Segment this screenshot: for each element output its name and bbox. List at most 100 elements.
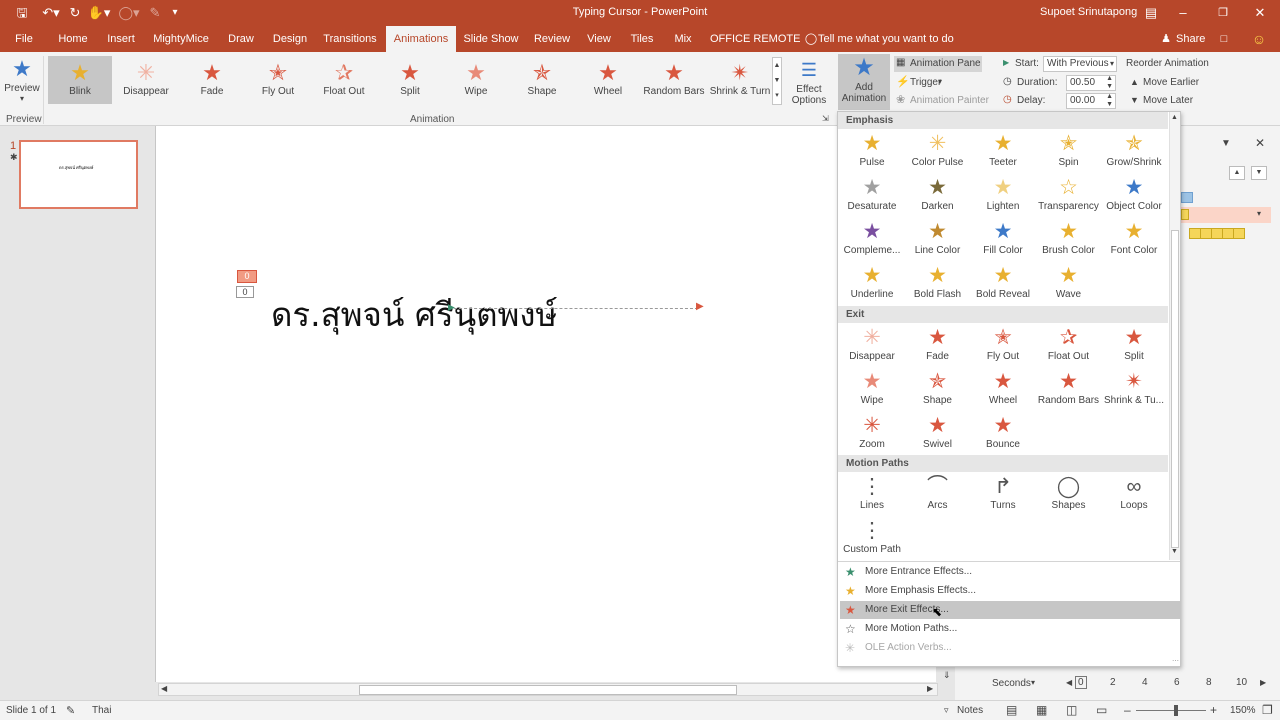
scroll-thumb[interactable] — [359, 685, 737, 695]
slide-show-view-icon[interactable]: ▭ — [1096, 703, 1107, 717]
slide-thumbnail[interactable]: ดร.สุพจน์ ศรีนุตพงษ์ — [19, 140, 138, 209]
animation-dialog-launcher-icon[interactable]: ⇲ — [822, 114, 829, 123]
zoom-slider-thumb[interactable] — [1174, 705, 1178, 716]
exit-split[interactable]: ★ Split — [1102, 325, 1166, 367]
emphasis-grow-shrink[interactable]: ✯ Grow/Shrink — [1102, 131, 1166, 173]
user-name[interactable]: Supoet Srinutapong — [1040, 6, 1137, 18]
exit-float-out[interactable]: ✰ Float Out — [1037, 325, 1101, 367]
emphasis-underline[interactable]: ★ Underline — [840, 263, 904, 305]
more-exit-effects[interactable]: ★ More Exit Effects... ⬉ — [840, 601, 1180, 619]
timeline-unit-dropdown-icon[interactable]: ▾ — [1031, 678, 1035, 687]
duration-spin-icon[interactable]: ▲ ▼ — [1106, 75, 1113, 91]
exit-disappear[interactable]: ✳ Disappear — [840, 325, 904, 367]
shapes-icon[interactable]: ◯▾ — [114, 4, 144, 22]
motion-shapes[interactable]: ◯ Shapes — [1037, 474, 1101, 516]
emphasis-spin[interactable]: ✭ Spin — [1037, 131, 1101, 173]
exit-bounce[interactable]: ★ Bounce — [971, 413, 1035, 455]
zoom-level[interactable]: 150% — [1230, 705, 1256, 716]
emphasis-object-color[interactable]: ★ Object Color — [1102, 175, 1166, 217]
tab-review[interactable]: Review — [532, 26, 572, 52]
tab-mightymice[interactable]: MightyMice — [150, 26, 212, 52]
gallery-fly-out[interactable]: ✭ Fly Out — [246, 56, 310, 104]
minimize-icon[interactable]: – — [1176, 4, 1190, 22]
motion-arcs[interactable]: ⌒ Arcs — [906, 474, 970, 516]
slide-title-text[interactable]: ดร.สุพจน์ ศรีนุตพงษ์ — [271, 288, 557, 341]
timeline-left-icon[interactable]: ◀ — [1066, 678, 1072, 687]
restore-icon[interactable]: ❐ — [1216, 4, 1230, 22]
animation-tag[interactable]: 0 — [237, 270, 257, 283]
exit-wheel[interactable]: ★ Wheel — [971, 369, 1035, 411]
emphasis-desaturate[interactable]: ★ Desaturate — [840, 175, 904, 217]
motion-lines[interactable]: ⋮ Lines — [840, 474, 904, 516]
tab-mix[interactable]: Mix — [670, 26, 696, 52]
gallery-split[interactable]: ★ Split — [378, 56, 442, 104]
tab-slide-show[interactable]: Slide Show — [462, 26, 520, 52]
fit-slide-icon[interactable]: ❐ — [1262, 703, 1273, 717]
gallery-scroll[interactable]: ▲ ▼ ▾ — [772, 57, 782, 105]
menu-scroll-thumb[interactable] — [1171, 230, 1179, 548]
animation-painter-button[interactable]: ❀ Animation Painter — [894, 93, 990, 109]
gallery-float-out[interactable]: ✰ Float Out — [312, 56, 376, 104]
delay-spinner[interactable]: 00.00 ▲ ▼ — [1066, 93, 1116, 109]
language[interactable]: Thai — [92, 705, 111, 716]
scroll-left-icon[interactable]: ◀ — [161, 684, 167, 693]
pane-item-dropdown-icon[interactable]: ▾ — [1257, 209, 1261, 218]
save-icon[interactable]: 🖫 — [12, 4, 32, 22]
resize-grip-icon[interactable]: ⋯ — [1172, 657, 1179, 665]
menu-scrollbar[interactable]: ▲ ▼ — [1169, 112, 1180, 560]
scroll-down-icon[interactable]: ⇓ — [943, 670, 951, 681]
emphasis-font-color[interactable]: ★ Font Color — [1102, 219, 1166, 261]
emphasis-darken[interactable]: ★ Darken — [906, 175, 970, 217]
undo-icon[interactable]: ↶▾ — [38, 4, 64, 22]
menu-scroll-up-icon[interactable]: ▲ — [1171, 114, 1178, 121]
gallery-fade[interactable]: ★ Fade — [180, 56, 244, 104]
exit-wipe[interactable]: ★ Wipe — [840, 369, 904, 411]
tab-draw[interactable]: Draw — [226, 26, 256, 52]
delay-spin-icon[interactable]: ▲ ▼ — [1106, 93, 1113, 109]
add-animation-button[interactable]: ★ Add Animation — [838, 54, 890, 110]
close-pane-icon[interactable]: ✕ — [1255, 136, 1265, 150]
gallery-more-icon[interactable]: ▾ — [773, 88, 781, 103]
emphasis-wave[interactable]: ★ Wave — [1037, 263, 1101, 305]
effect-options-button[interactable]: ☰ Effect Options — [788, 56, 830, 112]
tab-office-remote[interactable]: OFFICE REMOTE — [710, 26, 800, 52]
preview-button[interactable]: ★ Preview ▾ — [4, 56, 40, 106]
pane-options-icon[interactable]: ▼ — [1221, 138, 1231, 149]
emphasis-pulse[interactable]: ★ Pulse — [840, 131, 904, 173]
tab-tiles[interactable]: Tiles — [628, 26, 656, 52]
gallery-blink[interactable]: ★ Blink — [48, 56, 112, 104]
gallery-wipe[interactable]: ★ Wipe — [444, 56, 508, 104]
draw-icon[interactable]: ✎ — [146, 4, 164, 22]
more-motion-paths[interactable]: ☆ More Motion Paths... — [840, 620, 1180, 638]
exit-fade[interactable]: ★ Fade — [906, 325, 970, 367]
share-button[interactable]: Share — [1176, 26, 1205, 52]
tab-design[interactable]: Design — [270, 26, 310, 52]
pane-timing-bar[interactable] — [1189, 228, 1245, 239]
motion-loops[interactable]: ∞ Loops — [1102, 474, 1166, 516]
menu-scroll-down-icon[interactable]: ▼ — [1171, 548, 1178, 555]
emphasis-color-pulse[interactable]: ✳ Color Pulse — [906, 131, 970, 173]
exit-shrink-tu[interactable]: ✴ Shrink & Tu... — [1102, 369, 1166, 411]
tab-animations[interactable]: Animations — [386, 26, 456, 52]
more-entrance-effects[interactable]: ★ More Entrance Effects... — [840, 563, 1180, 581]
emphasis-bold-flash[interactable]: ★ Bold Flash — [906, 263, 970, 305]
tab-file[interactable]: File — [12, 26, 36, 52]
move-earlier-button[interactable]: Move Earlier — [1143, 77, 1199, 88]
gallery-shrink-turn[interactable]: ✴ Shrink & Turn — [708, 56, 772, 104]
emphasis-compleme[interactable]: ★ Compleme... — [840, 219, 904, 261]
emphasis-teeter[interactable]: ★ Teeter — [971, 131, 1035, 173]
emphasis-fill-color[interactable]: ★ Fill Color — [971, 219, 1035, 261]
touch-mode-icon[interactable]: ✋▾ — [86, 4, 112, 22]
comments-icon[interactable]: □ — [1216, 26, 1232, 52]
pane-move-down-button[interactable]: ▼ — [1251, 166, 1267, 180]
emphasis-lighten[interactable]: ★ Lighten — [971, 175, 1035, 217]
move-later-button[interactable]: Move Later — [1143, 95, 1193, 106]
redo-icon[interactable]: ↻ — [66, 4, 84, 22]
start-select[interactable]: With Previous ▾ — [1043, 56, 1117, 72]
notes-button[interactable]: Notes — [957, 705, 983, 716]
gallery-wheel[interactable]: ★ Wheel — [576, 56, 640, 104]
pane-move-up-button[interactable]: ▲ — [1229, 166, 1245, 180]
trigger-button[interactable]: ⚡ Trigger ▾ — [894, 75, 964, 91]
reading-view-icon[interactable]: ◫ — [1066, 703, 1077, 717]
customize-qat-icon[interactable]: ▾ — [168, 4, 182, 22]
